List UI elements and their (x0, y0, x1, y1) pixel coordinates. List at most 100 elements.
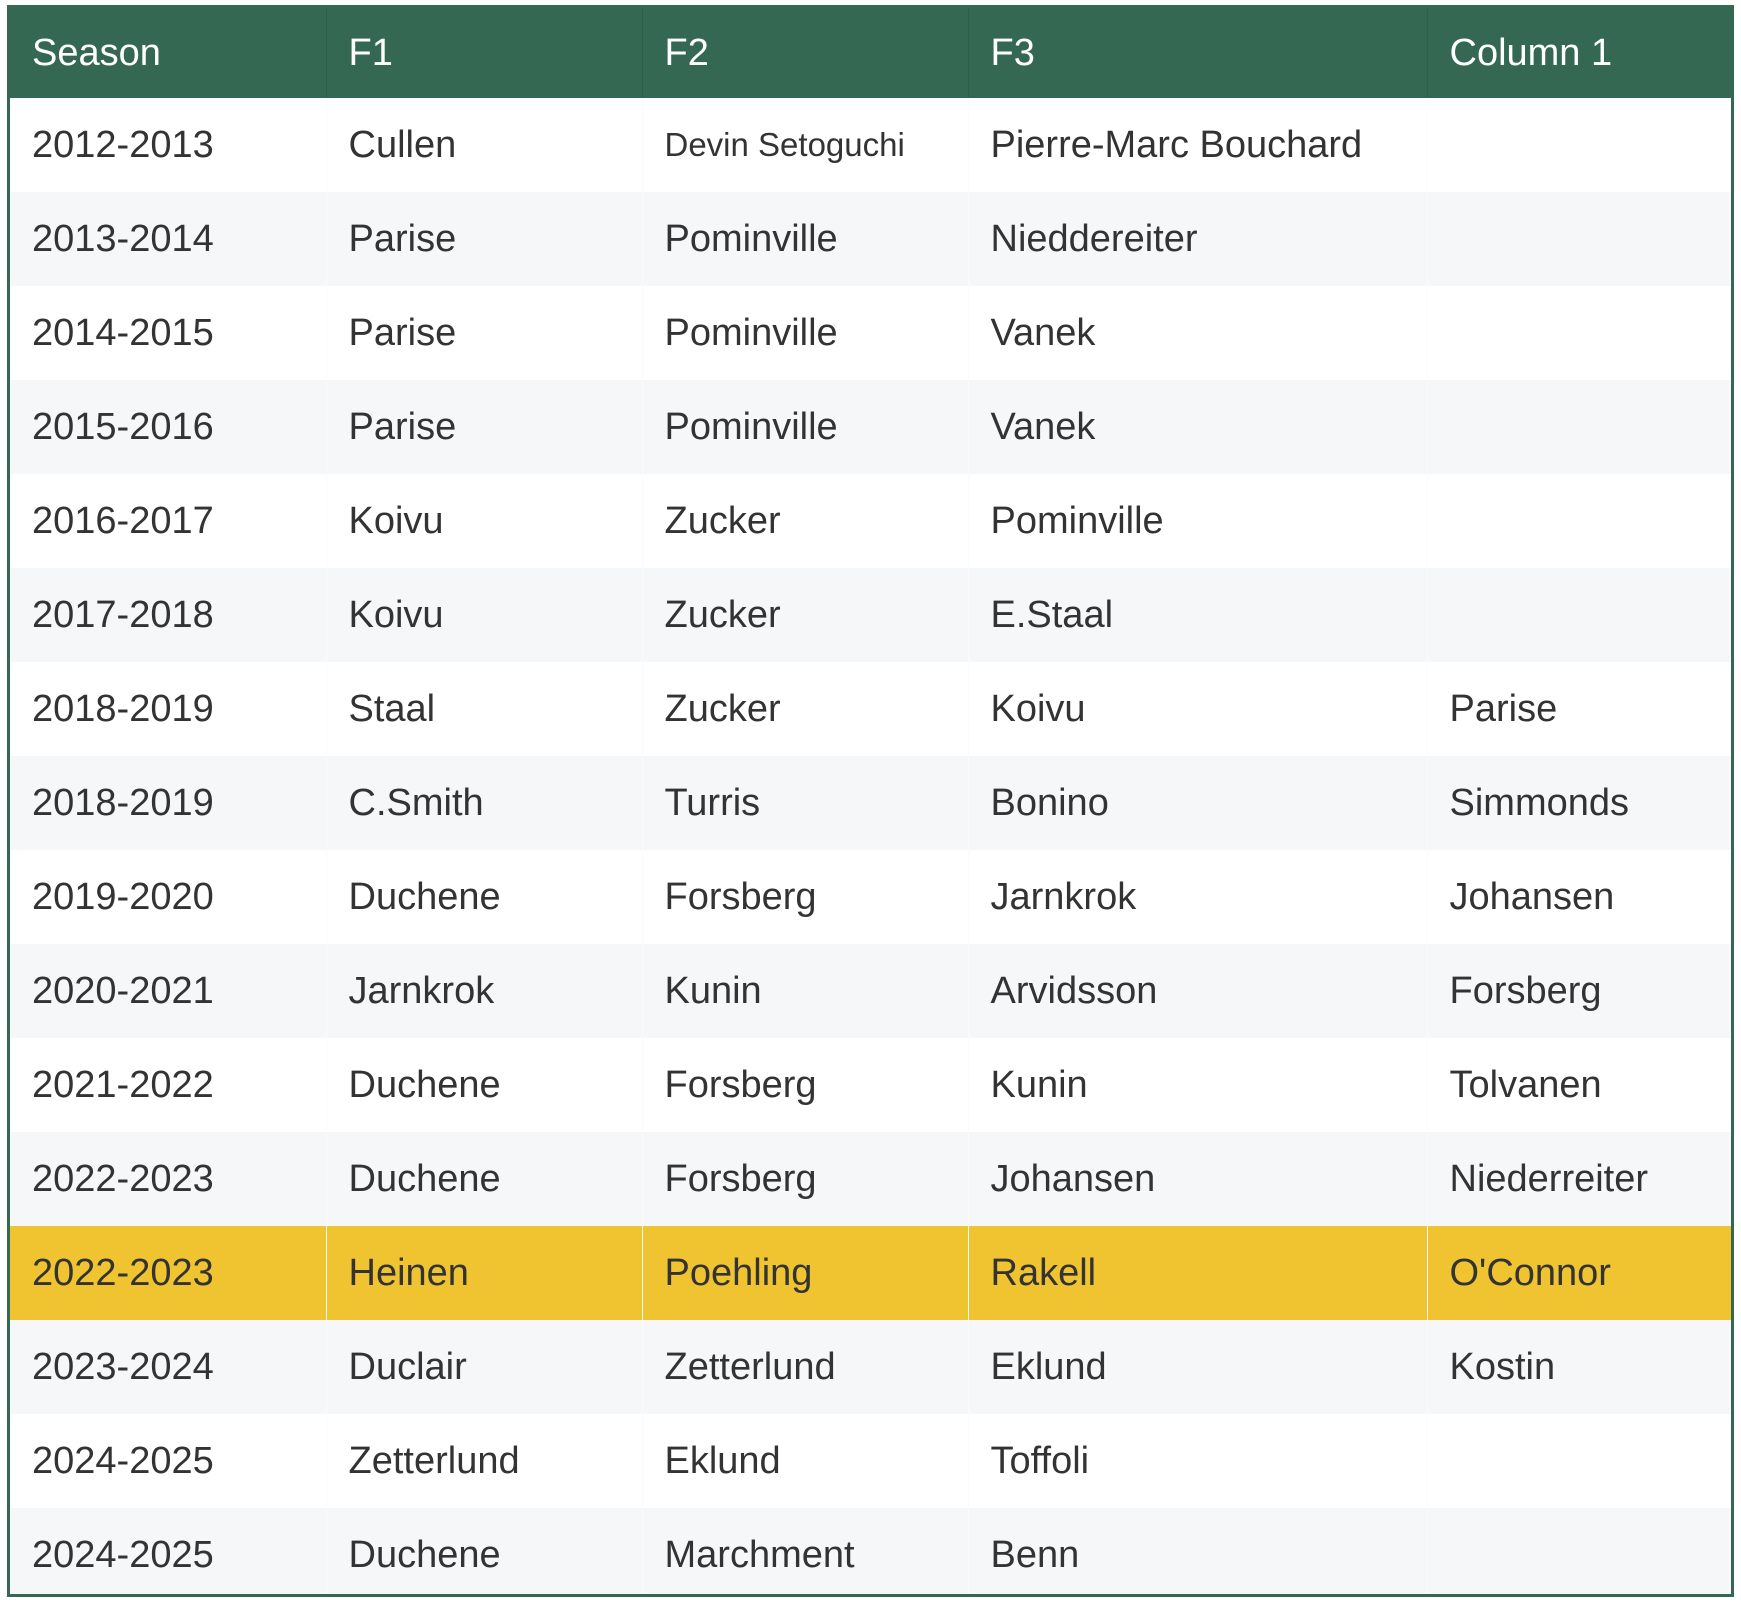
season-cell: 2022-2023 (10, 1226, 327, 1320)
table-row: 2015-2016 Parise Pominville Vanek (10, 380, 1731, 474)
f3-cell: Kunin (968, 1038, 1428, 1132)
data-table: Season F1 F2 F3 Column 1 2012-2013 Cullen… (10, 8, 1731, 1594)
f2-cell: Kunin (642, 944, 969, 1038)
f1-cell: Staal (326, 662, 643, 756)
f3-cell: Vanek (968, 380, 1428, 474)
f1-cell: Jarnkrok (326, 944, 643, 1038)
f3-cell: Pominville (968, 474, 1428, 568)
table-row: 2018-2019 Staal Zucker Koivu Parise (10, 662, 1731, 756)
column-1-cell: Tolvanen (1449, 1063, 1602, 1106)
f1-cell: Koivu (326, 568, 643, 662)
f3-cell: Arvidsson (968, 944, 1428, 1038)
f2-cell: Eklund (642, 1414, 969, 1508)
table-row: 2018-2019 C.Smith Turris Bonino Simmonds (10, 756, 1731, 850)
f3-cell: E.Staal (968, 568, 1428, 662)
column-1-cell (1427, 380, 1731, 474)
f1-cell: C.Smith (326, 756, 643, 850)
season-cell: 2019-2020 (10, 850, 327, 944)
table-row: 2019-2020 Duchene Forsberg Jarnkrok Johansen (10, 850, 1731, 944)
table-row: 2022-2023 Duchene Forsberg Johansen Niederre… (10, 1132, 1731, 1226)
f2-cell: Zetterlund (642, 1320, 969, 1414)
header-season[interactable]: Season (10, 8, 327, 98)
f2-cell: Devin Setoguchi (642, 98, 969, 192)
data-table-frame: Season F1 F2 F3 Column 1 2012-2013 Cullen… (7, 5, 1734, 1597)
f3-cell: Toffoli (968, 1414, 1428, 1508)
f2-cell: Forsberg (642, 850, 969, 944)
f3-cell: Vanek (968, 286, 1428, 380)
season-cell: 2024-2025 (10, 1414, 327, 1508)
column-1-cell: Kostin (1449, 1345, 1556, 1388)
table-header: Season F1 F2 F3 Column 1 (10, 8, 1731, 98)
season-cell: 2014-2015 (10, 286, 327, 380)
season-cell: 2024-2025 (10, 1508, 327, 1594)
f1-cell: Duclair (326, 1320, 643, 1414)
table-row: 2024-2025 Duchene Marchment Benn (10, 1508, 1731, 1594)
header-f2[interactable]: F2 (642, 8, 969, 98)
header-f1[interactable]: F1 (326, 8, 643, 98)
f1-cell: Parise (326, 380, 643, 474)
column-1-cell (1427, 286, 1731, 380)
f3-cell: Benn (968, 1508, 1428, 1594)
column-1-cell (1427, 192, 1731, 286)
f1-cell: Duchene (326, 1132, 643, 1226)
f1-cell: Cullen (326, 98, 643, 192)
f2-cell: Zucker (642, 474, 969, 568)
header-f3[interactable]: F3 (968, 8, 1428, 98)
column-1-cell: Parise (1449, 687, 1558, 730)
season-cell: 2017-2018 (10, 568, 327, 662)
season-cell: 2022-2023 (10, 1132, 327, 1226)
table-row: 2022-2023 Heinen Poehling Rakell O'Connor (10, 1226, 1731, 1320)
season-cell: 2015-2016 (10, 380, 327, 474)
column-1-cell (1427, 1414, 1731, 1508)
f3-cell: Eklund (968, 1320, 1428, 1414)
season-cell: 2021-2022 (10, 1038, 327, 1132)
table-row: 2023-2024 Duclair Zetterlund Eklund Kostin (10, 1320, 1731, 1414)
header-row: Season F1 F2 F3 Column 1 (10, 8, 1731, 98)
table-row: 2013-2014 Parise Pominville Nieddereiter (10, 192, 1731, 286)
f3-cell: Bonino (968, 756, 1428, 850)
f3-cell: Pierre-Marc Bouchard (968, 98, 1428, 192)
season-cell: 2012-2013 (10, 98, 327, 192)
column-1-cell (1427, 568, 1731, 662)
season-cell: 2016-2017 (10, 474, 327, 568)
f2-cell: Zucker (642, 568, 969, 662)
f1-cell: Parise (326, 286, 643, 380)
table-row: 2014-2015 Parise Pominville Vanek (10, 286, 1731, 380)
column-1-cell (1427, 98, 1731, 192)
f1-cell: Zetterlund (326, 1414, 643, 1508)
table-row: 2021-2022 Duchene Forsberg Kunin Tolvanen (10, 1038, 1731, 1132)
f1-cell: Duchene (326, 850, 643, 944)
column-1-cell: Forsberg (1449, 969, 1602, 1012)
header-column-1[interactable]: Column 1 (1427, 8, 1731, 98)
column-1-cell (1427, 1508, 1731, 1594)
table-body: 2012-2013 Cullen Devin Setoguchi Pierre-Mar… (10, 98, 1731, 1594)
column-1-cell: Johansen (1449, 875, 1615, 918)
f3-cell: Johansen (968, 1132, 1428, 1226)
f3-cell: Koivu (968, 662, 1428, 756)
table-row: 2017-2018 Koivu Zucker E.Staal (10, 568, 1731, 662)
f2-cell: Poehling (642, 1226, 969, 1320)
column-1-cell (1427, 474, 1731, 568)
f2-cell: Pominville (642, 380, 969, 474)
season-cell: 2023-2024 (10, 1320, 327, 1414)
table-row: 2016-2017 Koivu Zucker Pominville (10, 474, 1731, 568)
f2-cell: Pominville (642, 286, 969, 380)
f1-cell: Koivu (326, 474, 643, 568)
season-cell: 2020-2021 (10, 944, 327, 1038)
column-1-cell: Niederreiter (1449, 1157, 1649, 1200)
f3-cell: Rakell (968, 1226, 1428, 1320)
f1-cell: Parise (326, 192, 643, 286)
f2-cell: Zucker (642, 662, 969, 756)
f1-cell: Heinen (326, 1226, 643, 1320)
f2-cell: Forsberg (642, 1132, 969, 1226)
season-cell: 2018-2019 (10, 756, 327, 850)
table-row: 2024-2025 Zetterlund Eklund Toffoli (10, 1414, 1731, 1508)
table-row: 2012-2013 Cullen Devin Setoguchi Pierre-Mar… (10, 98, 1731, 192)
f3-cell: Jarnkrok (968, 850, 1428, 944)
f3-cell: Nieddereiter (968, 192, 1428, 286)
season-cell: 2013-2014 (10, 192, 327, 286)
f1-cell: Duchene (326, 1038, 643, 1132)
column-1-cell: O'Connor (1449, 1251, 1611, 1294)
f2-cell: Pominville (642, 192, 969, 286)
f2-cell: Marchment (642, 1508, 969, 1594)
